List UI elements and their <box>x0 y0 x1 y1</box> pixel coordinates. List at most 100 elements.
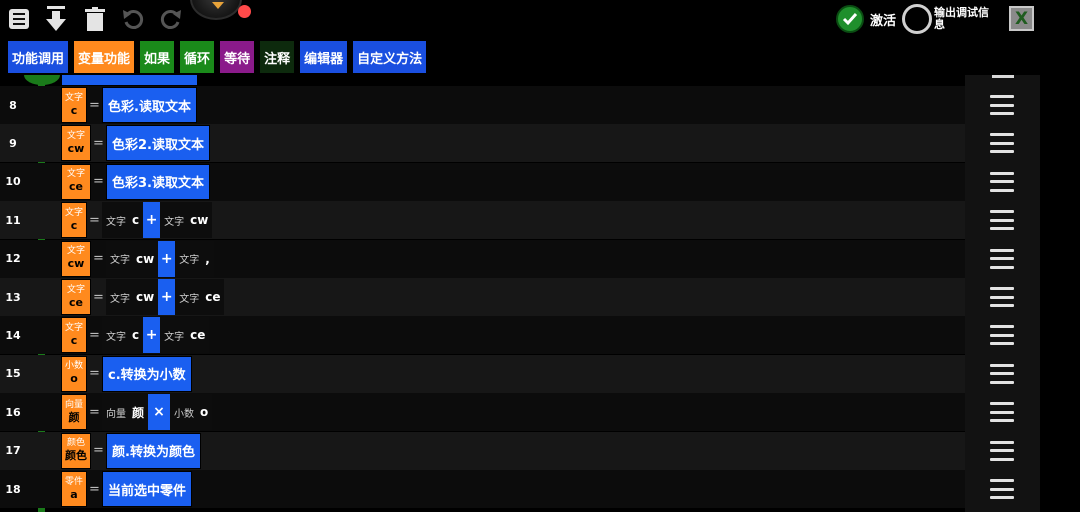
hamburger-menu-icon[interactable] <box>990 287 1014 307</box>
code-row[interactable]: 15 小数 o = c.转换为小数 <box>0 354 1040 393</box>
hamburger-menu-icon[interactable] <box>990 363 1014 384</box>
tab-2[interactable]: 如果 <box>138 39 177 75</box>
code-row[interactable]: 12 文字 cw = 文字 cw + 文字, <box>0 239 1040 278</box>
hamburger-menu-icon[interactable] <box>990 133 1014 154</box>
variable-block[interactable]: 文字 ce <box>61 279 91 315</box>
equals-sign: = <box>93 135 104 151</box>
operand-type: 文字 <box>164 331 185 343</box>
check-icon <box>836 5 864 33</box>
variable-type: 向量 <box>64 399 83 410</box>
equals-sign: = <box>89 366 100 382</box>
variable-block[interactable]: 文字 ce <box>61 163 91 200</box>
method-block[interactable]: 颜.转换为颜色 <box>106 432 201 469</box>
code-row[interactable]: 9 文字 cw = 色彩2.读取文本 <box>0 124 1040 163</box>
hamburger-menu-icon[interactable] <box>990 171 1014 192</box>
tab-3[interactable]: 循环 <box>178 39 217 75</box>
variable-type: 文字 <box>66 130 85 141</box>
right-operand[interactable]: 小数 o <box>170 394 213 431</box>
expression-block[interactable]: 文字 cw + 文字, <box>106 240 214 277</box>
right-operand[interactable]: 文字 ce <box>175 279 225 315</box>
knob-icon[interactable] <box>190 0 242 20</box>
tab-1[interactable]: 变量功能 <box>72 39 137 75</box>
right-operand[interactable]: 文字, <box>175 240 214 277</box>
line-number: 15 <box>5 367 21 381</box>
hamburger-menu-icon[interactable] <box>990 440 1014 461</box>
variable-block[interactable]: 零件 a <box>61 471 87 507</box>
variable-block[interactable]: 文字 cw <box>61 125 91 162</box>
method-block[interactable]: 色彩3.读取文本 <box>106 163 210 200</box>
expression-block[interactable]: 向量颜 × 小数 o <box>102 394 213 431</box>
code-row[interactable]: 8 文字 c = 色彩.读取文本 <box>0 86 1040 124</box>
line-number: 8 <box>9 98 17 112</box>
code-editor[interactable]: 8 文字 c = 色彩.读取文本 9 文字 cw = 色彩2.读取文本 10 文字 ce = 色彩3.读取文… <box>0 75 1040 512</box>
equals-sign: = <box>93 443 104 459</box>
undo-icon[interactable] <box>118 4 148 34</box>
hamburger-menu-icon[interactable] <box>990 95 1014 115</box>
equals-sign: = <box>93 251 104 267</box>
right-operand[interactable]: 文字 ce <box>160 317 210 354</box>
variable-block[interactable]: 小数 o <box>61 355 87 392</box>
operator-block[interactable]: + <box>143 202 161 239</box>
variable-type: 文字 <box>64 322 83 333</box>
list-icon[interactable] <box>4 4 34 34</box>
code-row[interactable]: 11 文字 c = 文字 c + 文字 cw <box>0 201 1040 240</box>
tab-0[interactable]: 功能调用 <box>6 39 71 75</box>
variable-block[interactable]: 文字 cw <box>61 240 91 277</box>
tab-4[interactable]: 等待 <box>218 39 257 75</box>
variable-type: 文字 <box>64 92 83 103</box>
equals-sign: = <box>89 97 100 113</box>
operator-block[interactable]: + <box>143 317 161 354</box>
left-operand[interactable]: 向量颜 <box>102 394 149 431</box>
variable-block[interactable]: 向量颜 <box>61 394 87 431</box>
variable-block[interactable]: 文字 c <box>61 317 87 354</box>
hamburger-menu-icon[interactable] <box>990 479 1014 499</box>
code-row[interactable]: 18 零件 a = 当前选中零件 <box>0 470 1040 508</box>
download-icon[interactable] <box>41 4 71 34</box>
close-button[interactable]: X <box>1009 6 1034 31</box>
code-row[interactable]: 16 向量颜 = 向量颜 × 小数 o <box>0 393 1040 432</box>
tab-5[interactable]: 注释 <box>258 39 297 75</box>
method-block[interactable]: 当前选中零件 <box>102 471 193 507</box>
equals-sign: = <box>93 289 104 305</box>
equals-sign: = <box>89 212 100 228</box>
operand-name: c <box>132 328 140 343</box>
left-operand[interactable]: 文字 cw <box>106 279 159 315</box>
hamburger-menu-icon[interactable] <box>990 402 1014 423</box>
hamburger-menu-icon[interactable] <box>990 325 1014 346</box>
hamburger-menu-icon[interactable] <box>990 248 1014 269</box>
variable-type: 文字 <box>66 169 85 180</box>
tab-7[interactable]: 自定义方法 <box>351 39 429 75</box>
method-block[interactable]: c.转换为小数 <box>102 355 192 392</box>
variable-name: c <box>70 218 78 232</box>
expression-block[interactable]: 文字 c + 文字 cw <box>102 202 213 239</box>
code-row[interactable]: 14 文字 c = 文字 c + 文字 ce <box>0 316 1040 355</box>
left-operand[interactable]: 文字 c <box>102 202 144 239</box>
redo-icon[interactable] <box>156 4 186 34</box>
expression-block[interactable]: 文字 c + 文字 ce <box>102 317 210 354</box>
variable-name: ce <box>69 180 83 194</box>
method-block[interactable]: 色彩.读取文本 <box>102 87 197 123</box>
code-row[interactable]: 10 文字 ce = 色彩3.读取文本 <box>0 162 1040 201</box>
variable-name: cw <box>67 141 85 155</box>
variable-name: o <box>70 372 78 386</box>
expression-block[interactable]: 文字 cw + 文字 ce <box>106 279 225 315</box>
activate-toggle[interactable]: 激活 <box>836 5 896 33</box>
right-operand[interactable]: 文字 cw <box>160 202 213 239</box>
tab-6[interactable]: 编辑器 <box>298 39 350 75</box>
operator-block[interactable]: + <box>158 279 176 315</box>
trash-icon[interactable] <box>80 4 110 34</box>
hamburger-menu-icon[interactable] <box>990 210 1014 231</box>
variable-block[interactable]: 颜色 颜色 <box>61 432 91 469</box>
left-operand[interactable]: 文字 c <box>102 317 144 354</box>
code-row[interactable]: 13 文字 ce = 文字 cw + 文字 ce <box>0 278 1040 316</box>
method-block[interactable]: 色彩2.读取文本 <box>106 125 210 162</box>
debug-output-toggle[interactable]: 输出调试信息 <box>902 3 992 35</box>
variable-block[interactable]: 文字 c <box>61 202 87 239</box>
variable-type: 文字 <box>64 207 83 218</box>
operator-block[interactable]: + <box>158 240 176 277</box>
variable-block[interactable]: 文字 c <box>61 87 87 123</box>
code-row[interactable]: 17 颜色 颜色 = 颜.转换为颜色 <box>0 431 1040 470</box>
left-operand[interactable]: 文字 cw <box>106 240 159 277</box>
operand-name: ce <box>205 290 221 304</box>
operator-block[interactable]: × <box>148 394 171 431</box>
